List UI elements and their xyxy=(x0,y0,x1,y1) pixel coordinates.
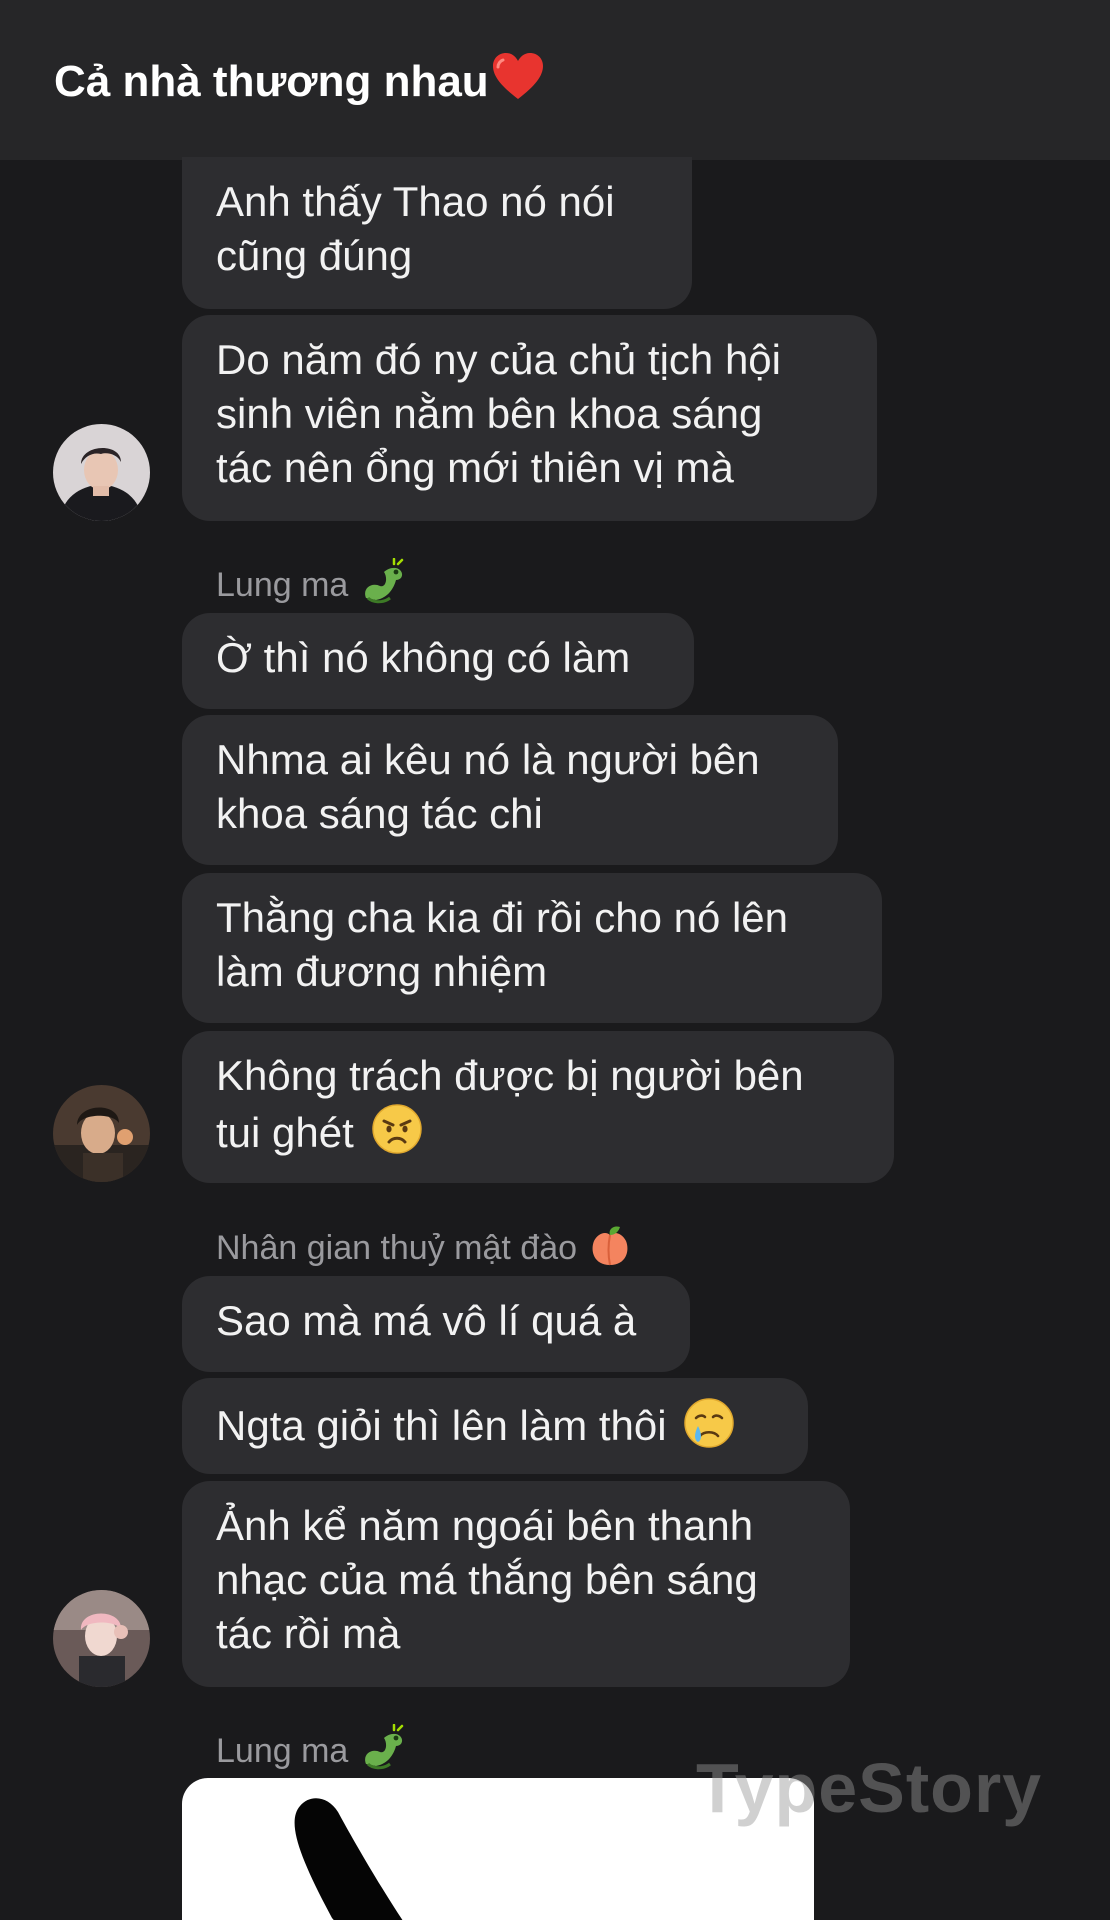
message-line: Anh thấy Thao nó nói xyxy=(216,178,615,225)
message-line: Do năm đó ny của chủ tịch hội xyxy=(216,336,781,383)
message-bubble[interactable]: Ảnh kể năm ngoái bên thanh nhạc của má t… xyxy=(182,1481,850,1687)
sender-name-text: Lung ma xyxy=(216,1732,349,1770)
message-bubble[interactable]: Ờ thì nó không có làm xyxy=(182,613,694,709)
sender-name: Nhân gian thuỷ mật đào xyxy=(216,1221,634,1278)
message-bubble[interactable]: Sao mà má vô lí quá à xyxy=(182,1276,690,1372)
sender-name-text: Nhân gian thuỷ mật đào xyxy=(216,1229,578,1267)
message-line: Không trách được bị người bên xyxy=(216,1052,804,1099)
message-line-text: tui ghét xyxy=(216,1109,354,1156)
avatar[interactable] xyxy=(53,1085,150,1182)
message-bubble[interactable]: Anh thấy Thao nó nói cũng đúng xyxy=(182,157,692,309)
message-line: tác nên ổng mới thiên vị mà xyxy=(216,444,734,491)
message-line: Ờ thì nó không có làm xyxy=(216,634,631,681)
chat-screen: Cả nhà thương nhau Anh thấy Thao nó nói … xyxy=(0,0,1110,1920)
avatar[interactable] xyxy=(53,1590,150,1687)
group-title-text: Cả nhà thương nhau xyxy=(54,57,489,106)
message-bubble[interactable]: Thằng cha kia đi rồi cho nó lên làm đươn… xyxy=(182,873,882,1023)
message-bubble[interactable]: Do năm đó ny của chủ tịch hội sinh viên … xyxy=(182,315,877,521)
message-line: Thằng cha kia đi rồi cho nó lên xyxy=(216,894,789,941)
message-line: Ngta giỏi thì lên làm thôi xyxy=(216,1396,774,1463)
watermark-logo: TypeStory xyxy=(696,1749,1043,1827)
message-line: tác rồi mà xyxy=(216,1610,401,1657)
message-line: Ảnh kể năm ngoái bên thanh xyxy=(216,1502,754,1549)
sender-name-text: Lung ma xyxy=(216,566,349,604)
message-bubble[interactable]: Không trách được bị người bên tui ghét xyxy=(182,1031,894,1183)
chat-header[interactable]: Cả nhà thương nhau xyxy=(0,0,1110,160)
heart-emoji-icon xyxy=(491,52,545,113)
sender-name: Lung ma xyxy=(216,557,408,615)
message-line-text: Ngta giỏi thì lên làm thôi xyxy=(216,1402,667,1449)
group-title: Cả nhà thương nhau xyxy=(54,52,545,113)
message-line: Sao mà má vô lí quá à xyxy=(216,1297,637,1344)
message-line: Nhma ai kêu nó là người bên xyxy=(216,736,760,783)
message-line: sinh viên nằm bên khoa sáng xyxy=(216,390,763,437)
message-line: làm đương nhiệm xyxy=(216,948,548,995)
angry-face-icon xyxy=(371,1103,423,1168)
message-bubble[interactable]: Nhma ai kêu nó là người bên khoa sáng tá… xyxy=(182,715,838,865)
message-bubble[interactable]: Ngta giỏi thì lên làm thôi xyxy=(182,1378,808,1474)
peach-emoji-icon xyxy=(586,1221,634,1278)
crying-face-icon xyxy=(682,1396,736,1463)
message-line: khoa sáng tác chi xyxy=(216,790,543,837)
message-line: nhạc của má thắng bên sáng xyxy=(216,1556,758,1603)
message-line: cũng đúng xyxy=(216,232,413,279)
dragon-emoji-icon xyxy=(358,557,408,615)
dragon-emoji-icon xyxy=(358,1723,408,1781)
sender-name: Lung ma xyxy=(216,1723,408,1781)
avatar[interactable] xyxy=(53,424,150,521)
message-line: tui ghét xyxy=(216,1103,860,1168)
